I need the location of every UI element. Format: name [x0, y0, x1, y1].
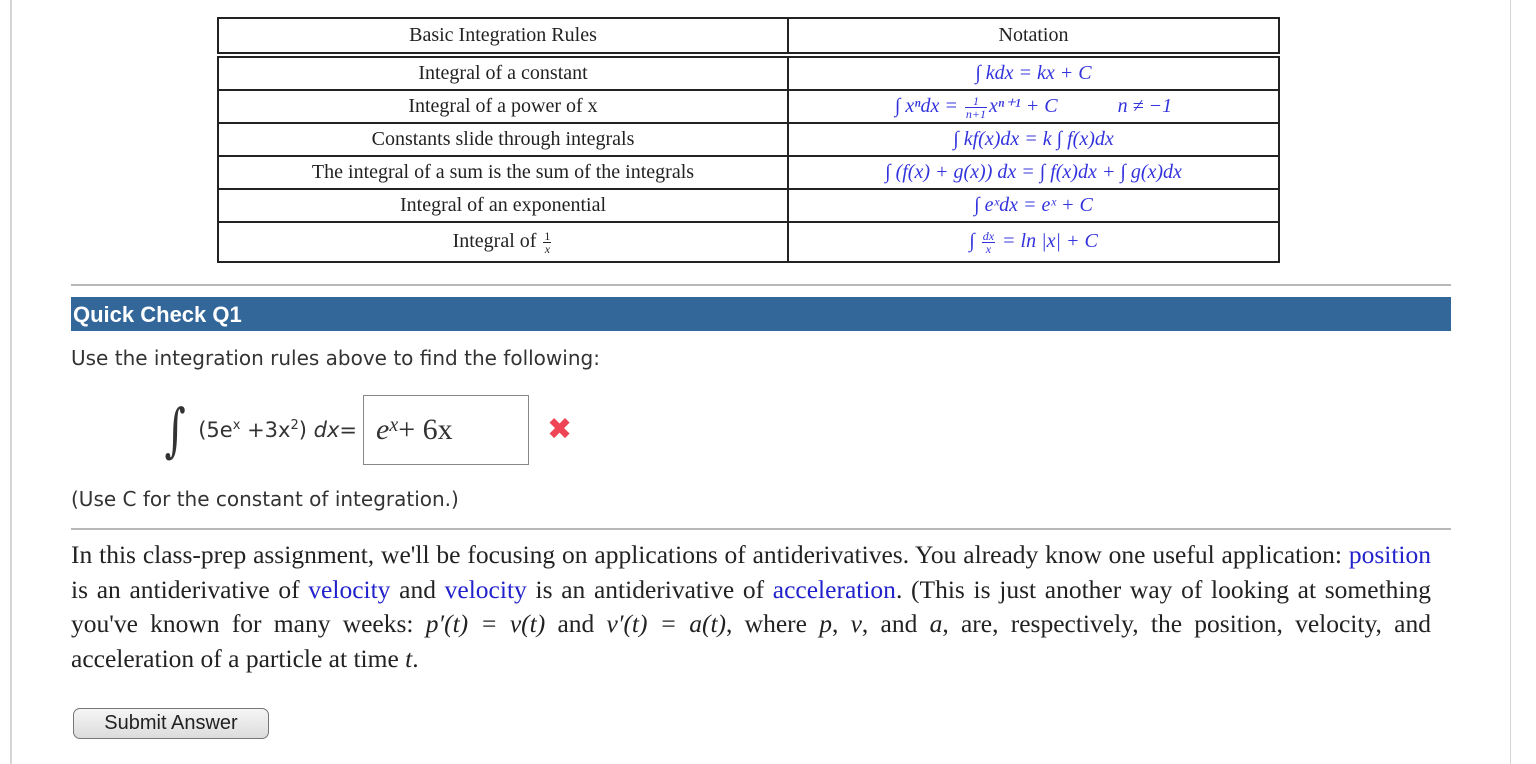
fraction: dx x	[981, 228, 996, 256]
text: .	[412, 643, 419, 673]
answer-part: + 6x	[398, 412, 453, 446]
expr-part: +3x	[240, 417, 291, 442]
math: v	[850, 609, 862, 638]
notation-part: ∫ xⁿdx =	[894, 95, 963, 118]
notation-part: ∫	[969, 229, 980, 252]
table-row: Integral of an exponential ∫ eˣdx = eˣ +…	[217, 188, 1280, 223]
text: is an antiderivative of	[526, 574, 773, 604]
divider	[71, 528, 1451, 530]
expr-equals: =	[339, 417, 358, 442]
integral-sign-icon: ∫	[164, 395, 186, 464]
math: a	[929, 609, 943, 638]
incorrect-x-icon: ✖	[547, 412, 573, 447]
page-right-border	[1510, 0, 1511, 764]
rule-cell: Integral of 1x	[217, 221, 789, 263]
expr-part: )	[298, 417, 307, 442]
table-row: Integral of a constant ∫ kdx = kx + C	[217, 56, 1280, 91]
notation-cell: ∫ kdx = kx + C	[787, 56, 1280, 91]
notation-condition: n ≠ −1	[1117, 95, 1173, 118]
submit-answer-button[interactable]: Submit Answer	[73, 708, 269, 739]
text: , where	[726, 609, 820, 638]
link-position[interactable]: position	[1349, 540, 1431, 569]
quick-check-header: Quick Check Q1	[71, 297, 1451, 331]
rule-cell: The integral of a sum is the sum of the …	[217, 155, 789, 190]
notation-cell: ∫ (f(x) + g(x)) dx = ∫ f(x)dx + ∫ g(x)dx	[787, 155, 1280, 190]
expr-exponent: 2	[290, 417, 299, 433]
table-row: Constants slide through integrals ∫ kf(x…	[217, 122, 1280, 157]
page-left-border	[10, 0, 12, 764]
header-notation: Notation	[787, 17, 1280, 54]
fraction-numerator: dx	[981, 228, 996, 243]
math: p′(t) = v(t)	[425, 609, 546, 638]
answer-input[interactable]: ex + 6x	[363, 394, 530, 465]
notation-part: = ln |x| + C	[997, 229, 1098, 252]
text: and	[390, 574, 445, 604]
notation-cell: ∫ dx x = ln |x| + C	[787, 221, 1280, 263]
table-header-row: Basic Integration Rules Notation	[217, 17, 1280, 54]
divider	[71, 284, 1451, 286]
answer-part: e	[376, 412, 390, 446]
expr-dx: dx	[313, 417, 340, 442]
rule-cell: Constants slide through integrals	[217, 122, 789, 157]
notation-part: xⁿ⁺¹ + C	[989, 95, 1058, 118]
fraction-denominator: x	[544, 241, 551, 256]
constant-hint: (Use C for the constant of integration.)	[71, 487, 459, 511]
integration-rules-table: Basic Integration Rules Notation Integra…	[217, 17, 1280, 263]
text: ,	[831, 609, 851, 638]
answer-exponent: x	[389, 414, 399, 436]
table-row: Integral of 1x ∫ dx x = ln |x| + C	[217, 221, 1280, 263]
rule-cell: Integral of an exponential	[217, 188, 789, 223]
notation-cell: ∫ xⁿdx = 1 n+1 xⁿ⁺¹ + C n ≠ −1	[787, 89, 1280, 124]
math: p	[819, 609, 832, 638]
text: is an antiderivative of	[71, 574, 309, 604]
rule-cell: Integral of a power of x	[217, 89, 789, 124]
question-prompt: Use the integration rules above to find …	[71, 346, 600, 370]
intro-paragraph: In this class-prep assignment, we'll be …	[71, 538, 1431, 676]
text: , and	[861, 609, 930, 638]
table-row: The integral of a sum is the sum of the …	[217, 155, 1280, 190]
notation-cell: ∫ eˣdx = eˣ + C	[787, 188, 1280, 223]
link-velocity[interactable]: velocity	[308, 575, 390, 604]
expr-part: (5e	[198, 417, 233, 442]
rule-part: Integral of	[452, 229, 542, 252]
fraction: 1x	[543, 228, 552, 256]
rule-cell: Integral of a constant	[217, 56, 789, 91]
text: In this class-prep assignment, we'll be …	[71, 540, 1349, 569]
link-velocity[interactable]: velocity	[445, 575, 527, 604]
header-rules: Basic Integration Rules	[217, 17, 789, 54]
fraction-numerator: 1	[543, 228, 552, 243]
link-acceleration[interactable]: acceleration	[773, 575, 896, 604]
math: v′(t) = a(t)	[606, 609, 727, 638]
fraction: 1 n+1	[964, 95, 988, 121]
integrand-expression: (5ex +3x2) dx=	[198, 418, 357, 442]
text: and	[545, 609, 607, 638]
notation-cell: ∫ kf(x)dx = k ∫ f(x)dx	[787, 122, 1280, 157]
integral-question: ∫ (5ex +3x2) dx= ex + 6x ✖	[160, 392, 572, 467]
table-row: Integral of a power of x ∫ xⁿdx = 1 n+1 xⁿ…	[217, 89, 1280, 124]
fraction-numerator: 1	[964, 95, 988, 108]
fraction-denominator: n+1	[965, 106, 987, 121]
fraction-denominator: x	[985, 241, 992, 256]
